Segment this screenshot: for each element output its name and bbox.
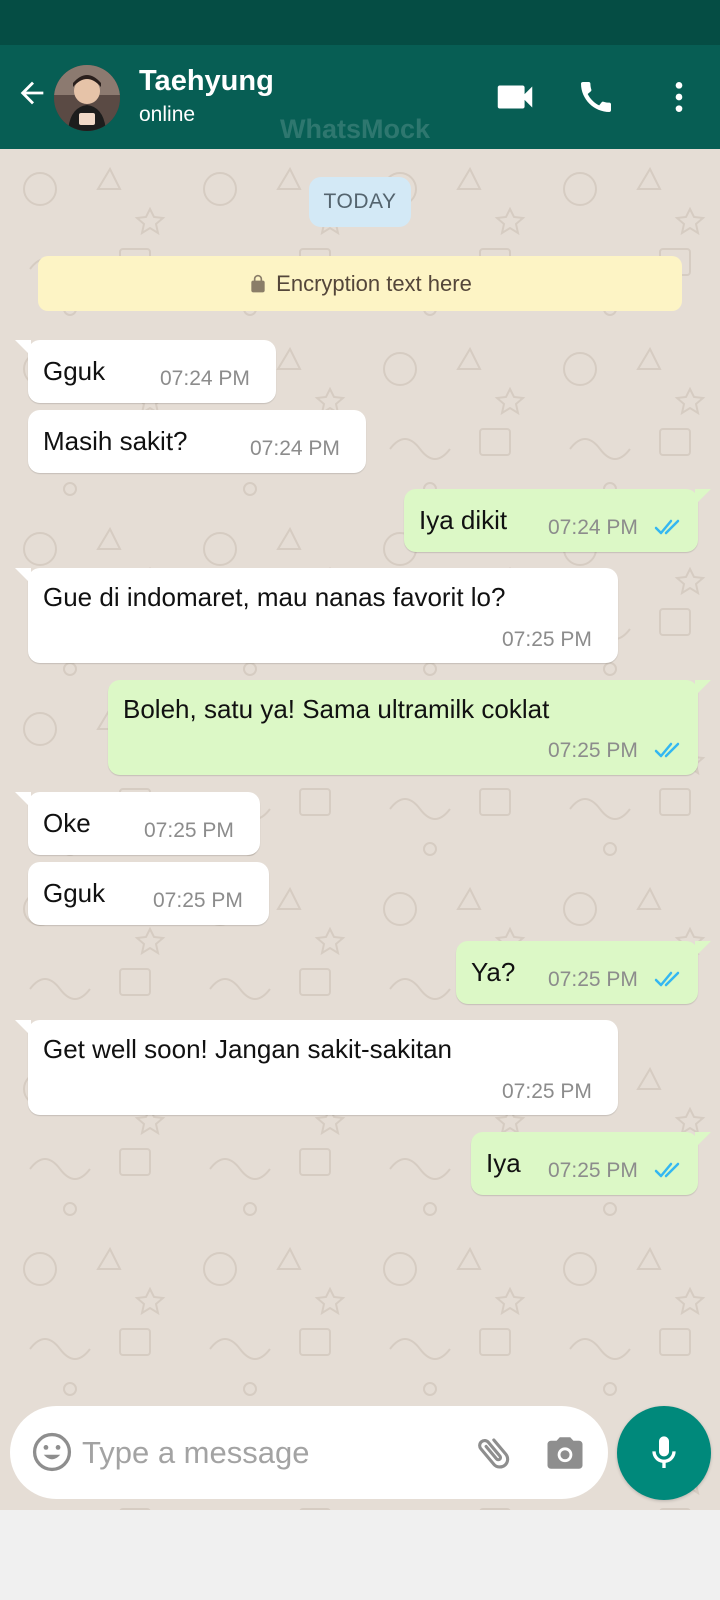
video-camera-icon xyxy=(497,85,533,109)
bottom-area xyxy=(0,1510,720,1600)
message-time: 07:24 PM xyxy=(160,367,250,390)
encryption-banner[interactable]: Encryption text here xyxy=(38,256,682,311)
message-bubble-incoming[interactable]: Gguk 07:25 PM xyxy=(28,862,269,925)
message-time: 07:25 PM xyxy=(548,739,638,762)
bubble-tail xyxy=(15,568,31,584)
watermark: WhatsMock xyxy=(280,114,431,144)
message-text: Masih sakit? xyxy=(43,426,188,456)
camera-button[interactable] xyxy=(542,1430,588,1476)
bubble-tail xyxy=(695,680,711,696)
message-time: 07:25 PM xyxy=(144,819,234,842)
date-chip: TODAY xyxy=(309,177,411,227)
message-composer xyxy=(10,1406,608,1499)
back-button[interactable] xyxy=(12,73,52,113)
message-time: 07:24 PM xyxy=(250,437,340,460)
message-bubble-incoming[interactable]: Gguk 07:24 PM xyxy=(15,340,276,403)
status-bar xyxy=(0,0,720,45)
message-text: Oke xyxy=(43,808,91,838)
message-bubble-outgoing[interactable]: Iya 07:25 PM xyxy=(471,1132,711,1195)
bubble-tail xyxy=(15,340,31,356)
emoji-button[interactable] xyxy=(30,1430,74,1474)
message-text: Ya? xyxy=(471,957,516,987)
avatar[interactable] xyxy=(54,65,120,131)
message-time: 07:25 PM xyxy=(502,628,592,651)
chat-header: Taehyung online WhatsMock xyxy=(0,45,720,149)
more-vert-icon xyxy=(675,82,683,112)
message-bubble-incoming[interactable]: Oke 07:25 PM xyxy=(15,792,260,855)
bubble-tail xyxy=(15,792,31,808)
message-bubble-outgoing[interactable]: Iya dikit 07:24 PM xyxy=(404,489,711,552)
message-text: Get well soon! Jangan sakit-sakitan xyxy=(43,1034,452,1064)
message-time: 07:24 PM xyxy=(548,516,638,539)
bubble-tail xyxy=(15,1020,31,1036)
paperclip-icon xyxy=(478,1438,510,1469)
video-call-button[interactable] xyxy=(491,73,539,121)
message-bubble-outgoing[interactable]: Ya? 07:25 PM xyxy=(456,941,711,1004)
attach-button[interactable] xyxy=(471,1430,517,1476)
message-time: 07:25 PM xyxy=(548,1159,638,1182)
bubble-tail xyxy=(695,1132,711,1148)
emoji-icon xyxy=(32,1432,72,1472)
read-ticks-icon xyxy=(654,742,680,758)
message-time: 07:25 PM xyxy=(153,889,243,912)
message-text: Gguk xyxy=(43,878,106,908)
contact-status: online xyxy=(139,103,196,126)
message-bubble-incoming[interactable]: Get well soon! Jangan sakit-sakitan 07:2… xyxy=(15,1020,618,1115)
message-text: Gguk xyxy=(43,356,106,386)
message-text: Iya xyxy=(486,1148,521,1178)
message-time: 07:25 PM xyxy=(502,1080,592,1103)
message-input[interactable] xyxy=(82,1426,462,1480)
microphone-icon xyxy=(652,1436,676,1468)
message-text: Iya dikit xyxy=(419,505,508,535)
more-options-button[interactable] xyxy=(655,73,703,121)
bubble-tail xyxy=(695,941,711,957)
voice-call-button[interactable] xyxy=(572,73,620,121)
message-bubble-incoming[interactable]: Gue di indomaret, mau nanas favorit lo? … xyxy=(15,568,618,663)
avatar-image xyxy=(54,65,120,131)
phone-icon xyxy=(581,82,611,112)
lock-icon xyxy=(251,274,265,292)
back-arrow-icon xyxy=(20,81,44,105)
message-bubble-incoming[interactable]: Masih sakit? 07:24 PM xyxy=(28,410,366,473)
bubble-tail xyxy=(695,489,711,505)
message-text: Boleh, satu ya! Sama ultramilk coklat xyxy=(123,694,550,724)
message-time: 07:25 PM xyxy=(548,968,638,991)
read-ticks-icon xyxy=(654,971,680,987)
message-text: Gue di indomaret, mau nanas favorit lo? xyxy=(43,582,506,612)
read-ticks-icon xyxy=(654,1162,680,1178)
encryption-text: Encryption text here xyxy=(276,270,472,296)
message-bubble-outgoing[interactable]: Boleh, satu ya! Sama ultramilk coklat 07… xyxy=(108,680,711,775)
read-ticks-icon xyxy=(654,519,680,535)
contact-name[interactable]: Taehyung xyxy=(139,65,274,98)
voice-record-button[interactable] xyxy=(617,1406,711,1500)
camera-icon xyxy=(547,1437,583,1469)
